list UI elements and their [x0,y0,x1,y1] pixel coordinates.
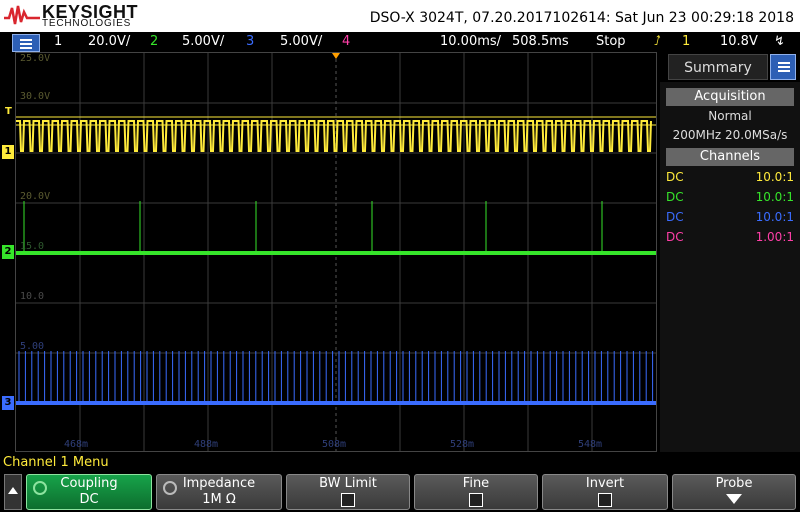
ch1-ground-marker[interactable]: 1 [2,145,14,159]
main-menu-button[interactable] [12,34,40,52]
bw-limit-softkey[interactable]: BW Limit [286,474,410,510]
ch1-axis-label-1: 25.0V [20,53,51,64]
channel-2-row: DC 10.0:1 [666,190,794,204]
fine-softkey[interactable]: Fine [414,474,538,510]
header-bar: KEYSIGHT TECHNOLOGIES DSO-X 3024T, 07.20… [0,0,800,32]
trigger-level-marker[interactable]: T [5,106,12,117]
brand-sub: TECHNOLOGIES [42,18,132,29]
trigger-source[interactable]: 1 [682,34,690,49]
waveform-display[interactable]: 25.0V 30.0V 20.0V 15.0 10.0 5.00 468m 48… [15,52,657,452]
time-label-3: 508m [322,439,347,450]
bw-limit-checkbox[interactable] [341,493,355,507]
channel-3-row: DC 10.0:1 [666,210,794,224]
ch2-axis-label-2: 10.0 [20,291,45,302]
channel-1-row: DC 10.0:1 [666,170,794,184]
acquisition-mode: Normal [708,109,752,123]
invert-softkey[interactable]: Invert [542,474,668,510]
trigger-level[interactable]: 10.8V [720,34,758,49]
ch1-number[interactable]: 1 [54,34,62,49]
ch1-scale[interactable]: 20.0V/ [88,34,130,49]
down-arrow-icon [726,494,742,504]
ch2-axis-label-1: 15.0 [20,241,45,252]
ch1-axis-label-3: 20.0V [20,191,51,202]
waveform-svg [16,53,656,451]
delay-value[interactable]: 508.5ms [512,34,569,49]
back-button[interactable] [4,474,22,510]
time-label-5: 548m [578,439,603,450]
menu-title: Channel 1 Menu [3,455,109,470]
ch1-axis-label-2: 30.0V [20,91,51,102]
timebase-value[interactable]: 10.00ms/ [440,34,501,49]
time-label-4: 528m [450,439,475,450]
time-label-1: 468m [64,439,89,450]
summary-tab[interactable]: Summary [668,54,768,80]
keysight-logo-icon [4,5,40,25]
probe-softkey[interactable]: Probe [672,474,796,510]
trigger-edge-icon: ⭜ [654,34,661,49]
summary-menu-icon[interactable] [770,54,796,80]
trigger-position-marker[interactable] [332,53,340,59]
time-label-2: 488m [194,439,219,450]
ch2-number[interactable]: 2 [150,34,158,49]
run-state: Stop [596,34,626,49]
summary-panel: Summary Acquisition Normal 200MHz 20.0MS… [660,52,800,452]
ch4-number[interactable]: 4 [342,34,350,49]
coupling-softkey[interactable]: Coupling DC [26,474,152,510]
ch3-scale[interactable]: 5.00V/ [280,34,322,49]
menu-title-bar: Channel 1 Menu [0,452,800,472]
up-arrow-icon [8,487,18,494]
ch2-scale[interactable]: 5.00V/ [182,34,224,49]
ch2-ground-marker[interactable]: 2 [2,245,14,259]
impedance-softkey[interactable]: Impedance 1M Ω [156,474,282,510]
acquisition-title: Acquisition [666,88,794,106]
fine-checkbox[interactable] [469,493,483,507]
ch3-axis-label-1: 5.00 [20,341,45,352]
ch3-ground-marker[interactable]: 3 [2,396,14,410]
acquisition-rate: 200MHz 20.0MSa/s [672,128,788,142]
ch3-number[interactable]: 3 [246,34,254,49]
invert-checkbox[interactable] [598,493,612,507]
model-datetime: DSO-X 3024T, 07.20.2017102614: Sat Jun 2… [369,10,794,26]
channel-4-row: DC 1.00:1 [666,230,794,244]
trigger-mode-icon: ↯ [774,34,785,49]
channels-title: Channels [666,148,794,166]
status-bar: 1 20.0V/ 2 5.00V/ 3 5.00V/ 4 10.00ms/ 50… [0,32,800,52]
